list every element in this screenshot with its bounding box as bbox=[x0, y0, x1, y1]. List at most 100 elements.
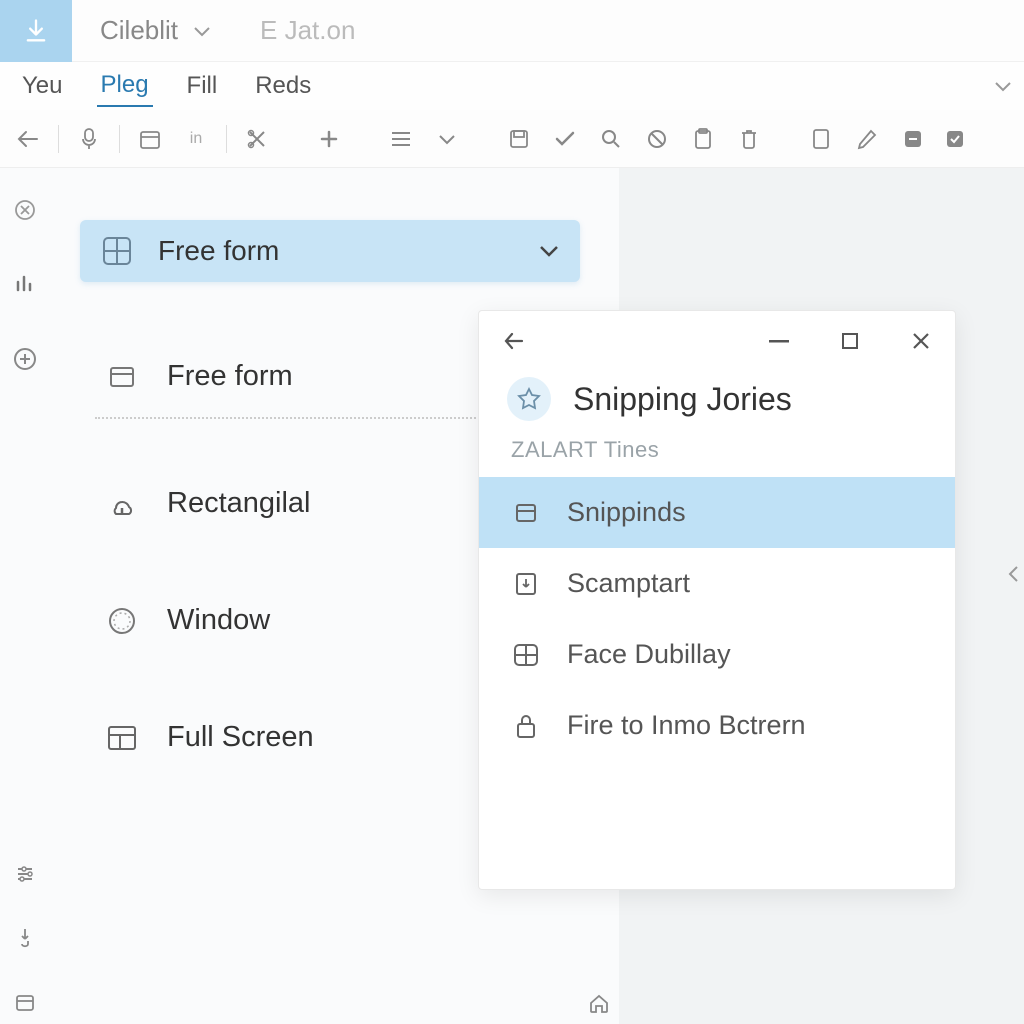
popup-item-snippinds[interactable]: Snippinds bbox=[479, 477, 955, 548]
back-button[interactable] bbox=[8, 119, 48, 159]
settings-rail-button[interactable] bbox=[13, 862, 37, 886]
mic-button[interactable] bbox=[69, 119, 109, 159]
block-button[interactable] bbox=[637, 119, 677, 159]
menu-item-pleg[interactable]: Pleg bbox=[97, 65, 153, 107]
option-free-form[interactable]: Free form bbox=[95, 340, 495, 413]
option-window[interactable]: Window bbox=[95, 584, 495, 657]
popup-close-button[interactable] bbox=[911, 331, 931, 351]
menu-icon bbox=[390, 131, 412, 147]
option-label: Window bbox=[167, 604, 270, 637]
notes-button[interactable] bbox=[801, 119, 841, 159]
option-rectangular[interactable]: Rectangilal bbox=[95, 467, 495, 540]
checkbox-icon bbox=[944, 128, 966, 150]
rect-icon bbox=[105, 362, 139, 392]
app-icon-button[interactable] bbox=[0, 0, 72, 62]
option-label: Rectangilal bbox=[167, 487, 310, 520]
expand-button[interactable] bbox=[427, 119, 467, 159]
plus-icon bbox=[319, 129, 339, 149]
popup-item-label: Fire to Inmo Bctrern bbox=[567, 710, 806, 741]
menu-item-reds[interactable]: Reds bbox=[251, 66, 315, 106]
window-icon bbox=[14, 992, 36, 1014]
grid-icon bbox=[100, 234, 134, 268]
download-box-icon bbox=[511, 570, 541, 598]
add-rail-button[interactable] bbox=[12, 346, 38, 372]
title-dropdown[interactable]: Cileblit bbox=[72, 15, 240, 46]
right-collapse-button[interactable] bbox=[1006, 564, 1020, 584]
trash-icon bbox=[739, 128, 759, 150]
close-rail-button[interactable] bbox=[13, 198, 37, 222]
mic-icon bbox=[80, 127, 98, 151]
plus-circle-icon bbox=[12, 346, 38, 372]
mode-options-list: Free form Rectangilal Window Full Screen bbox=[95, 340, 495, 774]
rect-icon bbox=[511, 500, 541, 526]
pointer-rail-button[interactable] bbox=[14, 926, 36, 952]
popup-item-scamptart[interactable]: Scamptart bbox=[479, 548, 955, 619]
mode-select-dropdown[interactable]: Free form bbox=[80, 220, 580, 282]
chevron-down-icon bbox=[438, 133, 456, 145]
block-icon bbox=[646, 128, 668, 150]
title-dropdown-label: Cileblit bbox=[100, 15, 178, 46]
menu-overflow-button[interactable] bbox=[994, 80, 1012, 92]
menu-item-fill[interactable]: Fill bbox=[183, 66, 222, 106]
arrow-left-icon bbox=[503, 331, 525, 351]
in-button[interactable]: in bbox=[176, 119, 216, 159]
calendar-icon bbox=[139, 128, 161, 150]
maximize-icon bbox=[841, 332, 859, 350]
close-icon bbox=[911, 331, 931, 351]
pointer-icon bbox=[14, 926, 36, 952]
separator bbox=[119, 125, 120, 153]
chevron-down-icon bbox=[994, 80, 1012, 92]
separator bbox=[226, 125, 227, 153]
star-icon bbox=[507, 377, 551, 421]
scissors-icon bbox=[246, 128, 268, 150]
search-button[interactable] bbox=[591, 119, 631, 159]
add-button[interactable] bbox=[309, 119, 349, 159]
checkbox-tool-button[interactable] bbox=[935, 119, 975, 159]
layout-icon bbox=[105, 724, 139, 752]
sliders-icon bbox=[13, 862, 37, 886]
left-rail bbox=[0, 168, 50, 372]
popup-item-label: Snippinds bbox=[567, 497, 686, 528]
popup-back-button[interactable] bbox=[503, 331, 525, 351]
option-full-screen[interactable]: Full Screen bbox=[95, 701, 495, 774]
popup-item-label: Face Dubillay bbox=[567, 639, 731, 670]
title-secondary-label: E Jat.on bbox=[240, 15, 375, 46]
popup-title: Snipping Jories bbox=[573, 381, 792, 418]
minimize-tool-button[interactable] bbox=[893, 119, 933, 159]
minimize-icon bbox=[769, 339, 789, 343]
save-button[interactable] bbox=[499, 119, 539, 159]
arrow-left-icon bbox=[17, 130, 39, 148]
popup-header bbox=[479, 311, 955, 371]
home-button[interactable] bbox=[588, 992, 610, 1014]
popup-title-row: Snipping Jories bbox=[479, 371, 955, 429]
chevron-down-icon bbox=[538, 244, 560, 258]
edit-button[interactable] bbox=[847, 119, 887, 159]
popup-item-label: Scamptart bbox=[567, 568, 690, 599]
stats-rail-button[interactable] bbox=[13, 272, 37, 296]
popup-maximize-button[interactable] bbox=[841, 332, 859, 350]
delete-button[interactable] bbox=[729, 119, 769, 159]
option-label: Free form bbox=[167, 360, 293, 393]
clipboard-button[interactable] bbox=[683, 119, 723, 159]
menu-lines-button[interactable] bbox=[381, 119, 421, 159]
home-icon bbox=[588, 992, 610, 1014]
clipboard-icon bbox=[693, 127, 713, 151]
popup-panel: Snipping Jories ZALART Tines Snippinds S… bbox=[478, 310, 956, 890]
cloud-icon bbox=[105, 490, 139, 518]
divider bbox=[95, 417, 495, 419]
popup-item-face-dubillay[interactable]: Face Dubillay bbox=[479, 619, 955, 690]
menu-item-yeu[interactable]: Yeu bbox=[18, 66, 67, 106]
calendar-button[interactable] bbox=[130, 119, 170, 159]
chevron-down-icon bbox=[192, 24, 212, 38]
titlebar: Cileblit E Jat.on bbox=[0, 0, 1024, 62]
check-button[interactable] bbox=[545, 119, 585, 159]
check-icon bbox=[554, 130, 576, 148]
grid-icon bbox=[511, 642, 541, 668]
popup-minimize-button[interactable] bbox=[769, 339, 789, 343]
cut-button[interactable] bbox=[237, 119, 277, 159]
lock-icon bbox=[511, 712, 541, 740]
window-rail-button[interactable] bbox=[14, 992, 36, 1014]
pencil-icon bbox=[856, 128, 878, 150]
bars-icon bbox=[13, 272, 37, 296]
popup-item-fire-to-inmo[interactable]: Fire to Inmo Bctrern bbox=[479, 690, 955, 761]
